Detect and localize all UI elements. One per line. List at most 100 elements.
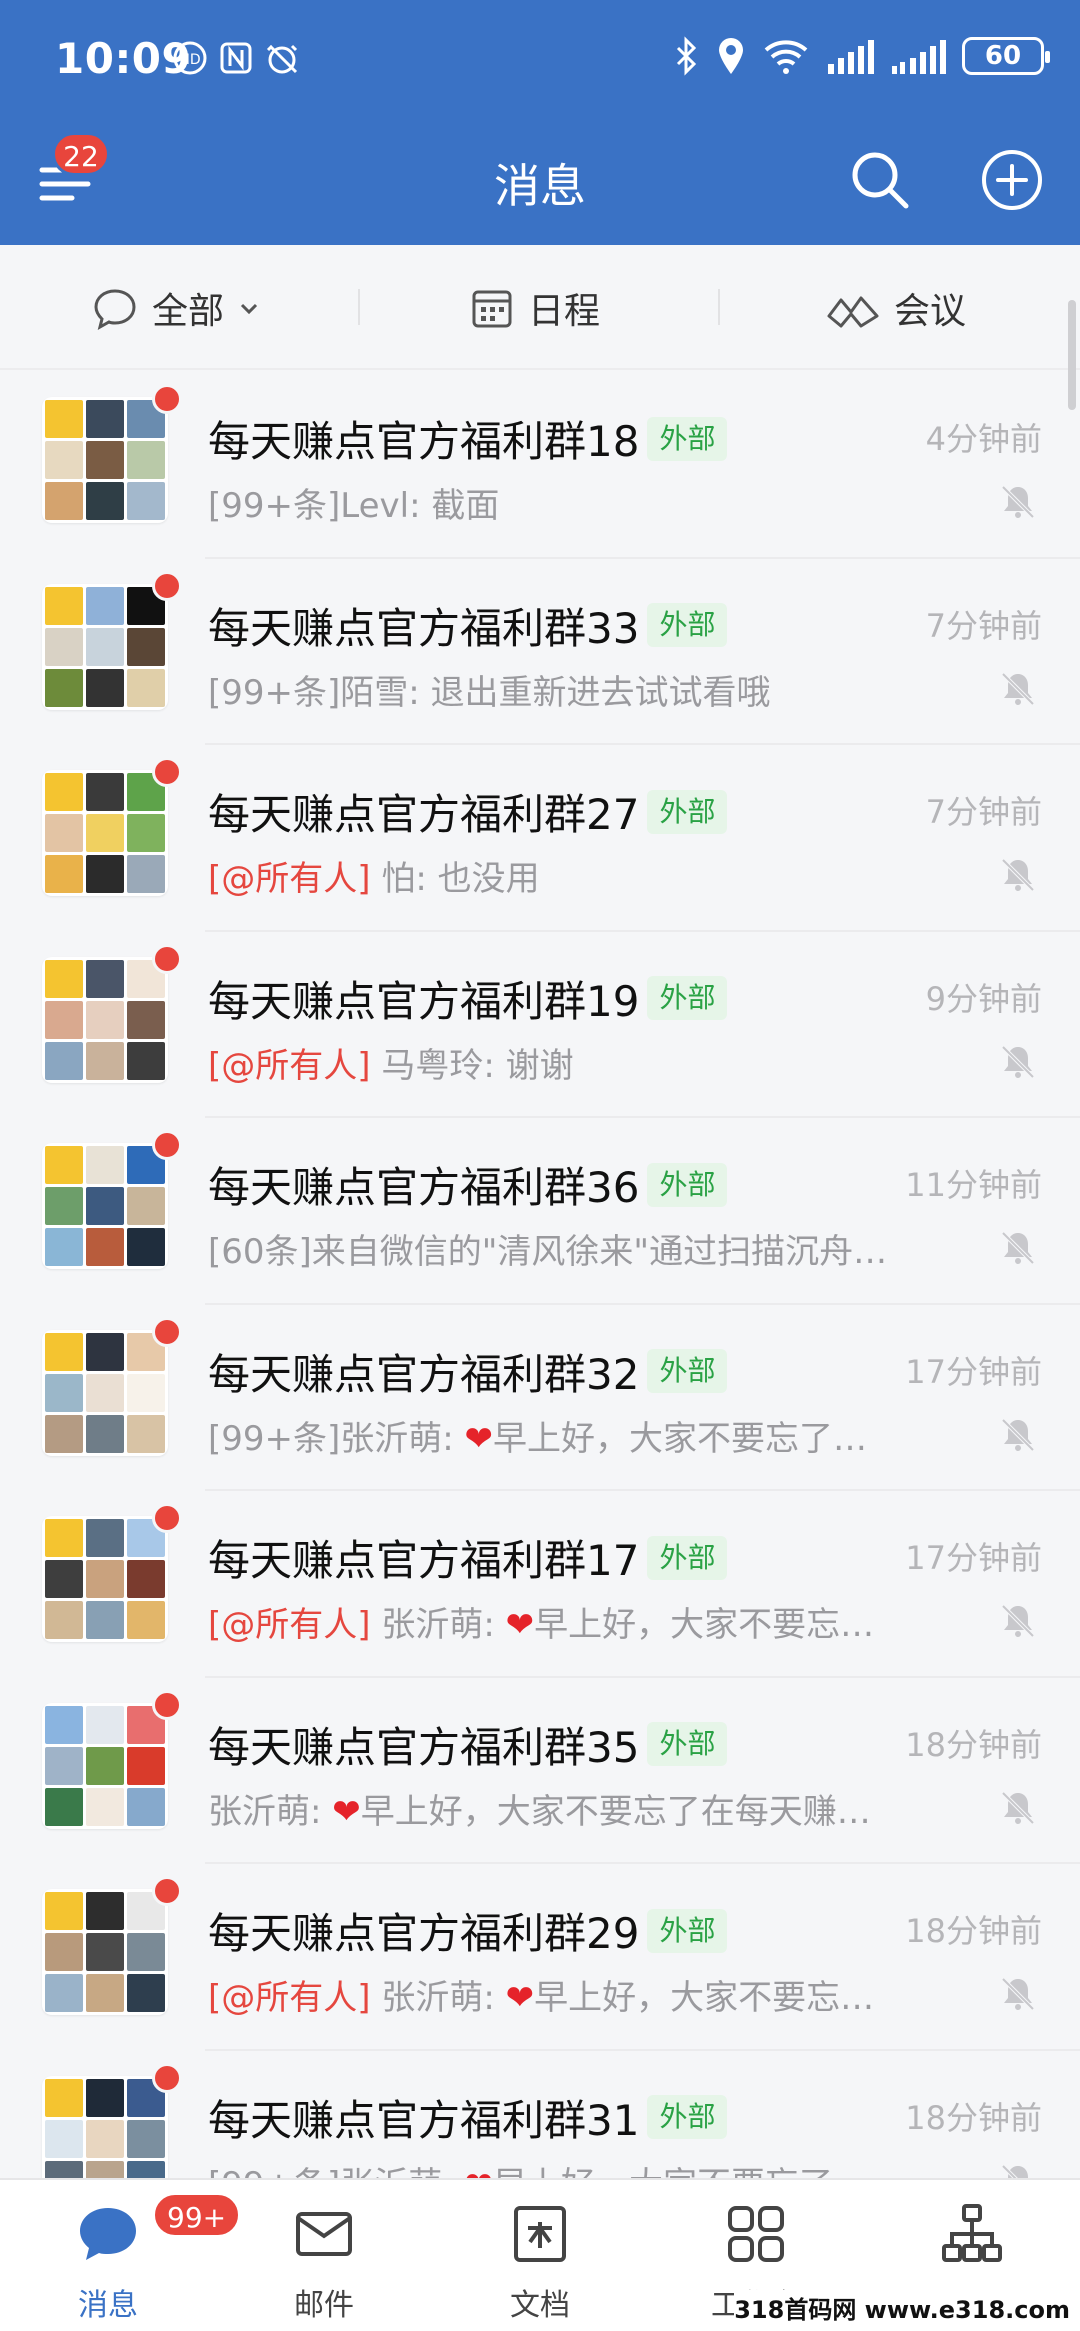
- message-preview: [@所有人] 张沂萌: ❤早上好，大家不要忘…: [208, 1597, 928, 1646]
- chevron-down-icon: [240, 303, 258, 314]
- preview-text: 也没用: [437, 859, 540, 899]
- avatar-tile: [45, 1519, 83, 1557]
- avatar-tile: [45, 1414, 83, 1453]
- avatar-tile: [127, 1414, 165, 1453]
- conversation-row[interactable]: 每天赚点官方福利群32 外部 17分钟前 [99+条]张沂萌: ❤早上好，大家不要忘了…: [0, 1305, 1080, 1491]
- avatar-tile: [45, 1373, 83, 1412]
- conversation-row[interactable]: 每天赚点官方福利群17 外部 17分钟前 [@所有人] 张沂萌: ❤早上好，大家不要忘…: [0, 1491, 1080, 1678]
- avatar-tile: [45, 1892, 83, 1930]
- conversation-time: 4分钟前: [925, 420, 1042, 458]
- org-chart-icon: [942, 2204, 1002, 2262]
- heart-emoji: ❤: [464, 1418, 494, 1459]
- document-icon: [514, 2206, 566, 2262]
- tab-docs[interactable]: 文档: [460, 2180, 620, 2331]
- filter-all[interactable]: 全部: [92, 245, 260, 370]
- divider: [718, 289, 720, 325]
- message-preview: 张沂萌: ❤早上好，大家不要忘了在每天赚…: [208, 1784, 928, 1833]
- avatar-tile: [127, 1601, 165, 1639]
- preview-text: 来自微信的"清风徐来"通过扫描沉舟…: [311, 1232, 888, 1272]
- conversation-time: 17分钟前: [905, 1539, 1042, 1577]
- conversation-title: 每天赚点官方福利群19 外部: [208, 968, 728, 1029]
- avatar-tile: [127, 1787, 165, 1826]
- message-count: [99+条]: [208, 486, 341, 526]
- avatar-tile: [45, 400, 83, 438]
- avatar-tile: [86, 482, 124, 520]
- avatar-tile: [45, 1146, 83, 1184]
- filter-schedule[interactable]: 日程: [470, 245, 600, 370]
- unread-dot: [152, 1316, 182, 1347]
- external-tag: 外部: [647, 2095, 728, 2139]
- conversation-time: 18分钟前: [905, 1725, 1042, 1764]
- avatar-tile: [86, 1414, 124, 1453]
- battery-indicator: 60: [962, 37, 1050, 75]
- avatar-tile: [127, 627, 165, 666]
- external-tag: 外部: [647, 976, 728, 1020]
- sender-name: 张沂萌:: [370, 1978, 506, 2018]
- scrollbar[interactable]: [1068, 300, 1076, 410]
- tab-mail[interactable]: 邮件: [244, 2180, 404, 2331]
- conversation-row[interactable]: 每天赚点官方福利群18 外部 4分钟前 [99+条]Levl: 截面: [0, 372, 1080, 559]
- preview-text: 早上好，大家不要忘…: [534, 1978, 875, 2018]
- avatar-tile: [86, 1560, 124, 1598]
- avatar-tile: [86, 1519, 124, 1557]
- avatar-tile: [127, 668, 165, 707]
- conversation-row[interactable]: 每天赚点官方福利群31外部 18分钟前 [99+条]张沂萌: ❤早上好，大家不要忘了…: [0, 2051, 1080, 2178]
- avatar-tile: [127, 1041, 165, 1080]
- avatar-tile: [86, 668, 124, 707]
- calendar-icon: [472, 290, 512, 327]
- status-bar: 10:09 HD 60: [0, 0, 1080, 120]
- message-preview: [@所有人] 张沂萌: ❤早上好，大家不要忘…: [208, 1970, 928, 2019]
- filter-meeting[interactable]: 会议: [826, 245, 966, 370]
- avatar-tile: [45, 2078, 83, 2117]
- avatar-tile: [127, 2119, 165, 2158]
- heart-emoji: ❤: [505, 1978, 535, 2018]
- avatar-tile: [45, 1560, 83, 1598]
- status-right-icons: 60: [674, 36, 1050, 76]
- unread-dot: [152, 570, 182, 601]
- conversation-row[interactable]: 每天赚点官方福利群35 外部 18分钟前 张沂萌: ❤早上好，大家不要忘了在每天赚…: [0, 1678, 1080, 1864]
- conversation-row[interactable]: 每天赚点官方福利群33 外部 7分钟前 [99+条]陌雪: 退出重新进去试试看哦: [0, 559, 1080, 745]
- avatar-tile: [86, 773, 124, 811]
- avatar-tile: [45, 2119, 83, 2158]
- location-icon: [719, 38, 743, 74]
- avatar-tile: [45, 1933, 83, 1971]
- search-button[interactable]: [848, 148, 912, 212]
- tab-messages[interactable]: 消息 99+: [28, 2180, 242, 2331]
- app-screen: 10:09 HD 60 22 消息 全部 日程 会议 每天赚点官方福利群18 外…: [0, 0, 1080, 2331]
- nfc-icon: [220, 42, 252, 74]
- external-tag: 外部: [647, 1908, 728, 1953]
- mute-bell-icon: [1001, 485, 1035, 519]
- mute-bell-icon: [1001, 2164, 1028, 2178]
- filter-schedule-label: 日程: [528, 290, 601, 332]
- external-tag: 外部: [647, 1349, 728, 1393]
- message-preview: [99+条]张沂萌: ❤早上好，大家不要忘了…: [208, 1411, 928, 1460]
- message-count: [99+条]: [208, 1418, 341, 1459]
- avatar-tile: [86, 1974, 124, 2012]
- avatar-tile: [86, 1000, 124, 1039]
- avatar-tile: [45, 1228, 83, 1266]
- group-avatar: [42, 1889, 168, 2015]
- avatar-tile: [45, 1974, 83, 2012]
- message-preview: [@所有人] 马粤玲: 谢谢: [208, 1038, 928, 1087]
- sender-name: 陌雪:: [340, 672, 431, 713]
- conversation-title: 每天赚点官方福利群29 外部: [208, 1900, 728, 1961]
- sender-name: Levl:: [340, 486, 432, 526]
- conversation-row[interactable]: 每天赚点官方福利群29 外部 18分钟前 [@所有人] 张沂萌: ❤早上好，大家不要忘…: [0, 1864, 1080, 2051]
- group-avatar: [42, 1516, 168, 1642]
- avatar-tile: [127, 814, 165, 852]
- avatar-tile: [86, 2119, 124, 2158]
- conversation-row[interactable]: 每天赚点官方福利群19 外部 9分钟前 [@所有人] 马粤玲: 谢谢: [0, 932, 1080, 1118]
- avatar-tile: [45, 1746, 83, 1785]
- preview-text: 退出重新进去试试看哦: [430, 672, 771, 713]
- divider: [358, 289, 360, 325]
- mute-bell-icon: [1001, 858, 1035, 892]
- watermark: 318首码网 www.e318.com: [734, 2290, 1070, 2325]
- group-avatar: [42, 583, 168, 710]
- add-button[interactable]: [980, 148, 1044, 212]
- conversation-row[interactable]: 每天赚点官方福利群36 外部 11分钟前 [60条]来自微信的"清风徐来"通过扫描沉舟…: [0, 1118, 1080, 1305]
- avatar-tile: [127, 1228, 165, 1266]
- message-preview: [@所有人] 怕: 也没用: [208, 851, 928, 900]
- avatar-tile: [127, 855, 165, 893]
- conversation-row[interactable]: 每天赚点官方福利群27 外部 7分钟前 [@所有人] 怕: 也没用: [0, 745, 1080, 932]
- mail-icon: [296, 2212, 352, 2256]
